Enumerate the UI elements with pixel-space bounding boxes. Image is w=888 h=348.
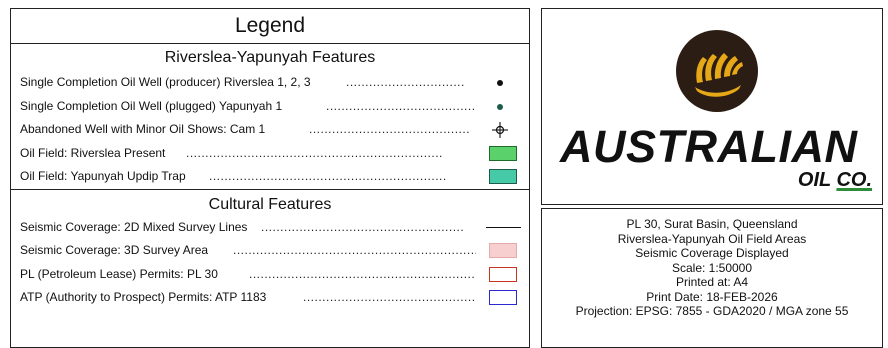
section-title-cultural: Cultural Features bbox=[11, 188, 529, 216]
leader-dots: ........................................… bbox=[209, 169, 447, 183]
legend-label: Abandoned Well with Minor Oil Shows: Cam… bbox=[20, 122, 266, 136]
teal-swatch bbox=[489, 169, 517, 184]
leader-dots: ........................................… bbox=[303, 290, 476, 304]
legend-row-plugged-well: Single Completion Oil Well (plugged) Yap… bbox=[11, 95, 529, 119]
legend-row-abandoned-well: Abandoned Well with Minor Oil Shows: Cam… bbox=[11, 118, 529, 142]
info-printed-at: Printed at: A4 bbox=[675, 275, 749, 289]
company-logo-icon bbox=[676, 30, 758, 112]
legend-row-seismic-3d: Seismic Coverage: 3D Survey Area .......… bbox=[11, 239, 529, 263]
leader-dots: ........................................… bbox=[261, 219, 465, 234]
info-projection: Projection: EPSG: 7855 - GDA2020 / MGA z… bbox=[575, 304, 849, 318]
legend-label: Single Completion Oil Well (plugged) Yap… bbox=[20, 98, 283, 113]
info-scale: Scale: 1:50000 bbox=[671, 260, 753, 275]
info-print-date: Print Date: 18-FEB-2026 bbox=[646, 289, 778, 304]
legend-row-producer-well: Single Completion Oil Well (producer) Ri… bbox=[11, 71, 529, 95]
map-info-panel: PL 30, Surat Basin, Queensland Riverslea… bbox=[541, 208, 883, 348]
info-areas: Riverslea-Yapunyah Oil Field Areas bbox=[617, 231, 807, 246]
company-subname: OIL CO. bbox=[798, 169, 872, 192]
oil-field-yapunyah-symbol bbox=[481, 165, 521, 189]
leader-dots: ........................................… bbox=[233, 243, 476, 257]
legend-label: Oil Field: Yapunyah Updip Trap bbox=[20, 169, 186, 183]
abandoned-well-icon bbox=[492, 122, 508, 138]
pink-swatch bbox=[489, 243, 517, 258]
company-oil-text: OIL bbox=[797, 169, 831, 191]
red-outline-swatch bbox=[489, 266, 517, 282]
legend-label: Seismic Coverage: 3D Survey Area bbox=[20, 243, 209, 257]
blue-outline-swatch bbox=[489, 290, 517, 305]
legend-label: Oil Field: Riverslea Present bbox=[20, 145, 166, 160]
section-title-features: Riverslea-Yapunyah Features bbox=[164, 49, 376, 66]
teal-dot-icon bbox=[497, 103, 503, 110]
legend-row-atp-permit: ATP (Authority to Prospect) Permits: ATP… bbox=[11, 286, 529, 310]
company-name: AUSTRALIAN bbox=[560, 121, 858, 172]
plugged-well-symbol bbox=[481, 95, 521, 119]
leader-dots: ............................... bbox=[346, 75, 465, 89]
seismic-3d-symbol bbox=[481, 239, 521, 263]
legend-title: Legend bbox=[11, 9, 529, 44]
leader-dots: ........................................… bbox=[186, 145, 443, 160]
pl-permit-symbol bbox=[481, 263, 521, 287]
legend-label: Single Completion Oil Well (producer) Ri… bbox=[20, 75, 311, 89]
leader-dots: ....................................... bbox=[326, 98, 476, 113]
producer-well-symbol bbox=[481, 71, 521, 95]
leader-dots: ........................................… bbox=[309, 122, 471, 136]
info-location: PL 30, Surat Basin, Queensland bbox=[626, 217, 798, 231]
legend-label: ATP (Authority to Prospect) Permits: ATP… bbox=[20, 290, 267, 304]
abandoned-well-symbol bbox=[481, 118, 521, 142]
legend-row-seismic-2d: Seismic Coverage: 2D Mixed Survey Lines … bbox=[11, 216, 529, 240]
legend-row-oil-field-yapunyah: Oil Field: Yapunyah Updip Trap .........… bbox=[11, 165, 529, 189]
legend-label: PL (Petroleum Lease) Permits: PL 30 bbox=[20, 266, 218, 281]
green-swatch bbox=[489, 145, 517, 161]
legend-row-pl-permit: PL (Petroleum Lease) Permits: PL 30 ....… bbox=[11, 263, 529, 287]
seismic-2d-symbol bbox=[481, 216, 521, 240]
logo-panel: AUSTRALIAN OIL CO. bbox=[541, 8, 883, 205]
legend-panel: Legend Riverslea-Yapunyah Features Singl… bbox=[10, 8, 530, 348]
atp-permit-symbol bbox=[481, 286, 521, 310]
black-dot-icon bbox=[497, 80, 503, 86]
legend-label: Seismic Coverage: 2D Mixed Survey Lines bbox=[20, 219, 248, 234]
legend-row-oil-field-riverslea: Oil Field: Riverslea Present ...........… bbox=[11, 142, 529, 166]
oil-field-riverslea-symbol bbox=[481, 142, 521, 166]
leader-dots: ........................................… bbox=[249, 266, 476, 281]
company-co-text: CO. bbox=[836, 169, 872, 191]
line-symbol bbox=[486, 226, 521, 228]
info-coverage: Seismic Coverage Displayed bbox=[635, 246, 789, 260]
